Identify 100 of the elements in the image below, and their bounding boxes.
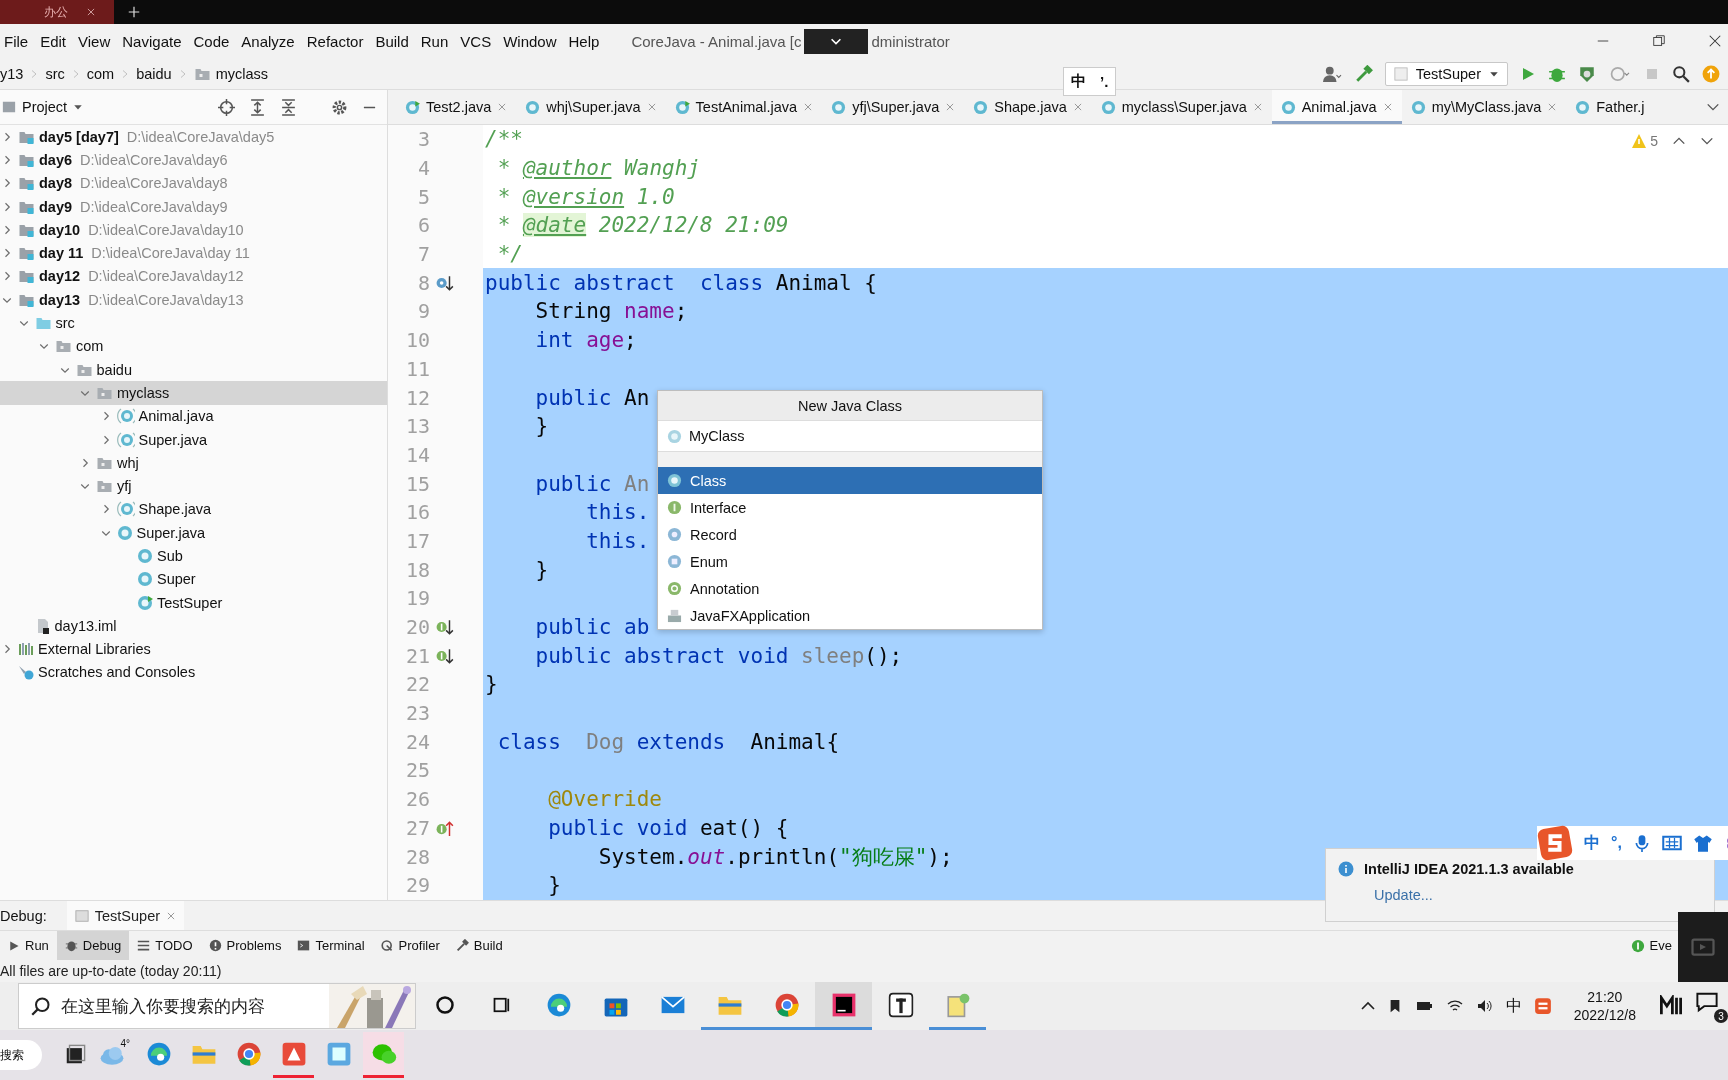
menu-item[interactable]: Run xyxy=(414,32,455,50)
warning-count[interactable]: 5 xyxy=(1631,133,1658,149)
sogou-logo-icon[interactable] xyxy=(1537,825,1573,861)
ime-status-box[interactable]: 中 ’. xyxy=(1063,67,1117,96)
tree-item[interactable]: day13 D:\idea\CoreJava\day13 xyxy=(0,288,387,312)
app-logo-icon[interactable] xyxy=(1658,995,1684,1017)
tree-item[interactable]: day12 D:\idea\CoreJava\day12 xyxy=(0,264,387,289)
tool-window-tab[interactable]: Terminal xyxy=(289,931,373,960)
input-method-indicator[interactable]: 中 xyxy=(1505,995,1522,1017)
punctuation-mode[interactable]: °, xyxy=(1611,834,1622,852)
editor-tab[interactable]: Test2.java xyxy=(396,90,517,124)
menu-item[interactable]: Help xyxy=(562,32,606,50)
settings-icon[interactable] xyxy=(331,98,348,116)
class-kind-option[interactable]: Record xyxy=(658,521,1042,548)
tool-window-tab[interactable]: TODO xyxy=(129,931,201,960)
breadcrumb-item[interactable]: com xyxy=(86,65,115,82)
tree-item[interactable]: TestSuper xyxy=(0,590,387,615)
class-name-field[interactable]: MyClass xyxy=(689,428,989,444)
update-link[interactable]: Update... xyxy=(1374,887,1433,903)
tree-item[interactable]: day 11 D:\idea\CoreJava\day 11 xyxy=(0,241,387,265)
event-log-button[interactable]: Eve xyxy=(1630,938,1672,953)
editor-tab[interactable]: yfj\Super.java xyxy=(822,90,965,124)
menu-item[interactable]: Edit xyxy=(34,32,73,50)
plus-icon[interactable] xyxy=(128,6,140,18)
tree-item[interactable]: whj xyxy=(0,451,387,475)
tree-item[interactable]: Animal.java xyxy=(0,404,387,428)
breadcrumb-item[interactable]: src xyxy=(45,65,65,82)
class-kind-option[interactable]: Interface xyxy=(658,494,1042,521)
class-kind-option[interactable]: Annotation xyxy=(658,575,1042,602)
tree-item[interactable]: day5 [day7] D:\idea\CoreJava\day5 xyxy=(0,125,387,149)
editor-tab[interactable]: Father.j xyxy=(1566,90,1654,124)
tree-item[interactable]: day13.iml xyxy=(0,614,387,638)
tree-item[interactable]: src xyxy=(0,311,387,335)
tree-item[interactable]: day10 D:\idea\CoreJava\day10 xyxy=(0,218,387,242)
user-icon[interactable] xyxy=(1320,64,1343,83)
editor-tab[interactable]: whj\Super.java xyxy=(516,90,666,124)
edge-icon[interactable] xyxy=(545,991,572,1018)
tree-item[interactable]: Super.java xyxy=(0,427,387,452)
ime-mode[interactable]: 中 xyxy=(1584,832,1600,854)
tool-window-tab[interactable]: Problems xyxy=(200,931,290,960)
chrome-icon[interactable] xyxy=(773,991,800,1018)
crosshair-icon[interactable] xyxy=(218,98,235,116)
tree-item[interactable]: Super xyxy=(0,567,387,591)
class-kind-option[interactable]: Enum xyxy=(658,548,1042,575)
menu-item[interactable]: Window xyxy=(497,32,563,50)
circle-icon[interactable] xyxy=(434,994,455,1015)
record-icon[interactable] xyxy=(1691,935,1715,959)
editor-tab[interactable]: TestAnimal.java xyxy=(665,90,823,124)
tree-item[interactable]: Scratches and Consoles xyxy=(0,660,387,685)
collapse-all-icon[interactable] xyxy=(280,98,297,116)
tree-item[interactable]: day6 D:\idea\CoreJava\day6 xyxy=(0,148,387,172)
tree-item[interactable]: yfj xyxy=(0,474,387,498)
tree-item[interactable]: Shape.java xyxy=(0,497,387,522)
menu-item[interactable]: Analyze xyxy=(235,32,301,50)
menu-item[interactable]: File xyxy=(0,32,35,50)
tool-window-tab[interactable]: Run xyxy=(0,931,57,960)
menu-item[interactable]: View xyxy=(72,32,117,50)
tree-item[interactable]: Sub xyxy=(0,544,387,568)
run-config-dropdown[interactable]: TestSuper xyxy=(1384,61,1508,86)
tool-window-tab[interactable]: Build xyxy=(447,931,511,960)
editor-tab[interactable]: my\MyClass.java xyxy=(1401,90,1567,124)
tree-item[interactable]: myclass xyxy=(0,381,387,405)
typora-icon[interactable] xyxy=(887,991,914,1018)
chrome-icon[interactable] xyxy=(235,1040,262,1067)
tree-item[interactable]: com xyxy=(0,334,387,358)
hammer-icon[interactable] xyxy=(1354,64,1373,83)
menu-item[interactable]: Build xyxy=(369,32,415,50)
close-icon[interactable] xyxy=(1708,34,1722,48)
override-down-icon[interactable] xyxy=(434,273,456,292)
tree-item[interactable]: Super.java xyxy=(0,521,387,545)
shirt-icon[interactable] xyxy=(1692,833,1713,853)
breadcrumb-item[interactable]: baidu xyxy=(136,65,172,82)
class-kind-option[interactable]: Class xyxy=(658,467,1042,494)
class-kind-option[interactable]: JavaFXApplication xyxy=(658,602,1042,629)
search-field[interactable]: 搜索 xyxy=(0,1040,42,1070)
tool-window-tab[interactable]: Debug xyxy=(56,931,130,960)
editor-tab[interactable]: Animal.java xyxy=(1271,90,1402,124)
notes-icon[interactable] xyxy=(944,991,971,1018)
search-icon[interactable] xyxy=(1672,64,1690,83)
close-icon[interactable] xyxy=(86,7,96,17)
coverage-icon[interactable] xyxy=(1578,64,1596,83)
tree-item[interactable]: External Libraries xyxy=(0,637,387,661)
breadcrumb-item[interactable]: myclass xyxy=(193,65,268,82)
tree-item[interactable]: day8 D:\idea\CoreJava\day8 xyxy=(0,171,387,195)
app-icon[interactable] xyxy=(280,1040,307,1067)
menu-item[interactable]: Refactor xyxy=(300,32,370,50)
clock[interactable]: 21:20 2022/12/8 xyxy=(1573,987,1636,1025)
implements-up-icon[interactable] xyxy=(434,818,456,837)
implemented-down-icon[interactable] xyxy=(434,618,456,637)
session-tab[interactable]: TestSuper xyxy=(66,901,185,930)
menu-item[interactable]: Navigate xyxy=(116,32,188,50)
keyboard-icon[interactable] xyxy=(1661,833,1682,853)
edge-icon[interactable] xyxy=(145,1040,172,1067)
tree-item[interactable]: day9 D:\idea\CoreJava\day9 xyxy=(0,194,387,219)
expand-all-icon[interactable] xyxy=(249,98,266,116)
restore-icon[interactable] xyxy=(1652,34,1666,48)
menu-item[interactable]: VCS xyxy=(454,32,498,50)
sogou-icon[interactable] xyxy=(1533,997,1552,1015)
run-icon[interactable] xyxy=(1520,65,1536,82)
breadcrumb-item[interactable]: y13 xyxy=(0,65,24,82)
